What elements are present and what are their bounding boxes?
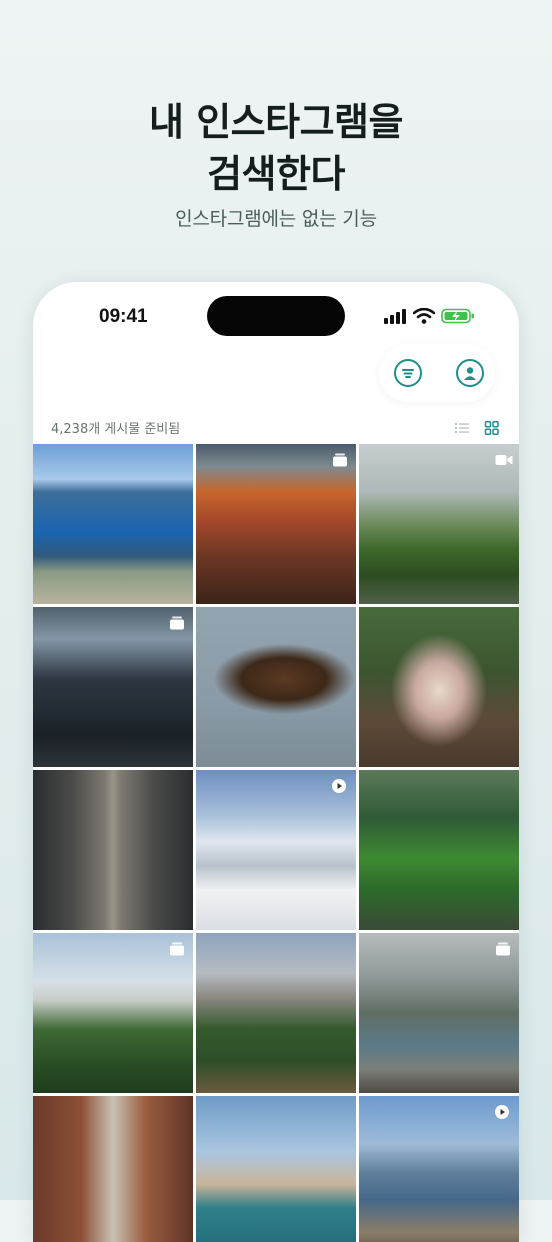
photo-tile-mountain-lake[interactable] (359, 1096, 519, 1242)
battery-charging-icon (441, 308, 474, 324)
profile-button[interactable] (456, 359, 484, 387)
dynamic-island (207, 296, 345, 336)
photo-tile-green-hills-road[interactable] (359, 444, 519, 604)
reel-badge-icon (332, 778, 348, 793)
photo-tile-forest-waterfall[interactable] (359, 770, 519, 930)
carousel-badge-icon (169, 615, 185, 630)
photo-tile-yosemite-valley[interactable] (196, 933, 356, 1093)
hero-title-line2: 검색한다 (207, 152, 345, 196)
list-view-icon (455, 423, 469, 433)
photo-tile-snowy-mountains[interactable] (196, 770, 356, 930)
user-icon (464, 367, 476, 380)
photo-tile-coastal-rocks[interactable] (196, 1096, 356, 1242)
photo-tile-misty-river[interactable] (359, 933, 519, 1093)
status-time: 09:41 (99, 306, 148, 327)
photo-tile-escalator-station[interactable] (33, 770, 193, 930)
phone-frame: 09:41 4,238개 게시물 준비됨 (33, 282, 519, 1242)
grid-view-icon (484, 421, 499, 435)
photo-tile-stormy-sea[interactable] (33, 607, 193, 767)
photo-tile-red-rock-sunset[interactable] (196, 444, 356, 604)
photo-tile-castle-forest[interactable] (33, 933, 193, 1093)
photo-tile-vulture-flight[interactable] (196, 607, 356, 767)
hero-title-line1: 내 인스타그램을 (149, 100, 403, 144)
signal-icon (384, 309, 406, 324)
filter-button[interactable] (394, 359, 422, 387)
carousel-badge-icon (495, 941, 511, 956)
hero-title: 내 인스타그램을 검색한다 (0, 96, 552, 200)
status-icons (383, 308, 475, 324)
grid-view-button[interactable] (484, 420, 500, 435)
photo-tile-fjord-cliff[interactable] (33, 444, 193, 604)
wifi-icon (413, 308, 435, 324)
photo-tile-pug-blanket[interactable] (359, 607, 519, 767)
carousel-badge-icon (332, 452, 348, 467)
reel-badge-icon (495, 1104, 511, 1119)
post-count-label: 4,238개 게시물 준비됨 (51, 422, 181, 437)
carousel-badge-icon (169, 941, 185, 956)
filter-lines-icon (402, 369, 414, 378)
list-view-button[interactable] (454, 420, 470, 434)
video-badge-icon (495, 452, 513, 466)
photo-grid (33, 444, 519, 1242)
photo-tile-brick-alley[interactable] (33, 1096, 193, 1242)
hero-subtitle: 인스타그램에는 없는 기능 (175, 208, 377, 230)
